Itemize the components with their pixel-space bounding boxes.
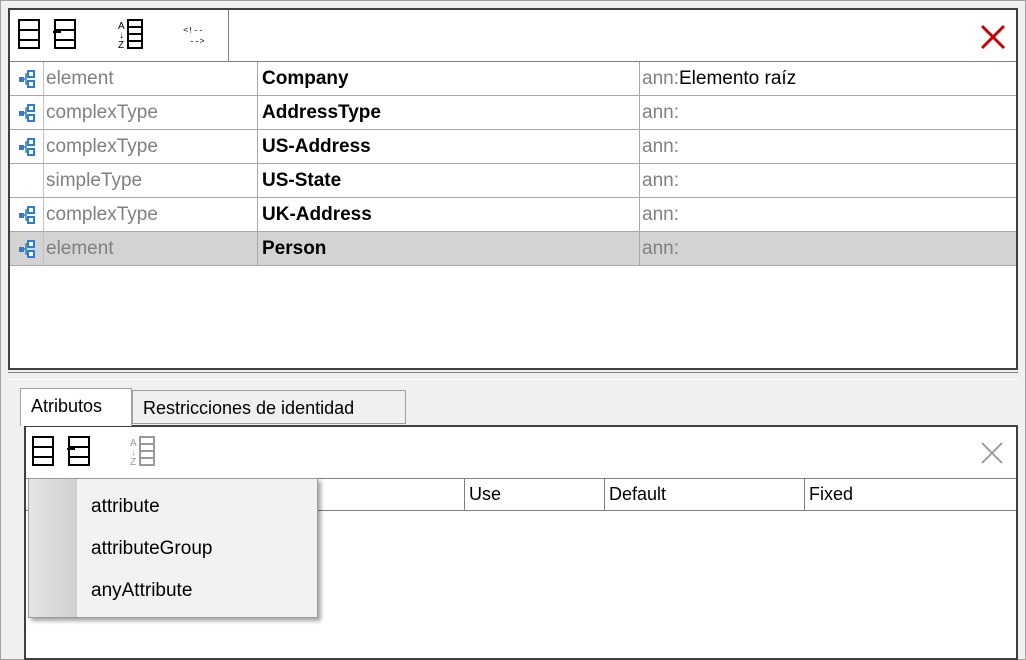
component-row[interactable]: simpleType US-State ann: [10, 164, 1016, 198]
tab-atributos[interactable]: Atributos [20, 388, 132, 426]
svg-text:Z: Z [118, 40, 124, 51]
components-pane: A ↓ Z <!-- --> element Company ann:Elemento… [8, 8, 1018, 370]
component-annotation[interactable]: ann: [640, 198, 1018, 231]
component-tree-icon [10, 232, 44, 265]
component-kind: complexType [44, 130, 258, 163]
comment-icon[interactable]: <!-- --> [180, 16, 214, 54]
component-name[interactable]: AddressType [258, 96, 640, 129]
svg-text:-->: --> [189, 37, 204, 47]
component-annotation[interactable]: ann: [640, 130, 1018, 163]
menu-item-attribute-group[interactable]: attributeGroup [91, 529, 212, 569]
column-fixed[interactable]: Fixed [804, 479, 1016, 510]
annotation-prefix: ann: [642, 68, 679, 89]
annotation-prefix: ann: [642, 238, 679, 259]
component-annotation[interactable]: ann: [640, 232, 1018, 265]
component-row[interactable]: complexType UK-Address ann: [10, 198, 1016, 232]
component-name[interactable]: US-State [258, 164, 640, 197]
component-tree-icon [10, 198, 44, 231]
component-name[interactable]: Person [258, 232, 640, 265]
pane-splitter[interactable] [8, 372, 1018, 380]
menu-item-attribute[interactable]: attribute [91, 487, 160, 527]
toolbar-divider [228, 10, 229, 61]
component-row-selected[interactable]: element Person ann: [10, 232, 1016, 266]
component-name[interactable]: UK-Address [258, 198, 640, 231]
append-attribute-icon[interactable] [28, 433, 62, 471]
insert-icon[interactable] [48, 16, 82, 54]
svg-text:Z: Z [130, 457, 136, 468]
close-icon[interactable] [978, 22, 1008, 52]
component-annotation[interactable]: ann:Elemento raíz [640, 62, 1018, 95]
append-attribute-menu: attribute attributeGroup anyAttribute [28, 478, 318, 618]
menu-item-any-attribute[interactable]: anyAttribute [91, 571, 192, 611]
component-tree-icon [10, 96, 44, 129]
component-name[interactable]: US-Address [258, 130, 640, 163]
tab-restricciones-identidad[interactable]: Restricciones de identidad [132, 390, 406, 424]
component-tree-icon [10, 62, 44, 95]
component-row[interactable]: complexType AddressType ann: [10, 96, 1016, 130]
empty-icon-cell [10, 164, 44, 197]
component-kind: complexType [44, 198, 258, 231]
component-kind: element [44, 62, 258, 95]
component-row[interactable]: complexType US-Address ann: [10, 130, 1016, 164]
menu-gutter [29, 479, 77, 617]
column-default[interactable]: Default [604, 479, 804, 510]
component-tree-icon [10, 130, 44, 163]
sort-az-disabled-icon[interactable]: A ↓ Z [126, 433, 160, 471]
components-list: element Company ann:Elemento raíz comple… [10, 62, 1016, 266]
attributes-toolbar: A ↓ Z [26, 427, 1016, 479]
component-row[interactable]: element Company ann:Elemento raíz [10, 62, 1016, 96]
insert-attribute-icon[interactable] [62, 433, 96, 471]
annotation-value: Elemento raíz [678, 68, 797, 89]
component-name[interactable]: Company [258, 62, 640, 95]
append-icon[interactable] [14, 16, 48, 54]
component-kind: complexType [44, 96, 258, 129]
column-use[interactable]: Use [464, 479, 604, 510]
component-annotation[interactable]: ann: [640, 164, 1018, 197]
annotation-prefix: ann: [642, 102, 679, 123]
svg-text:<!--: <!-- [183, 26, 203, 36]
components-toolbar: A ↓ Z <!-- --> [10, 10, 1016, 62]
component-kind: element [44, 232, 258, 265]
annotation-prefix: ann: [642, 170, 679, 191]
close-disabled-icon[interactable] [978, 439, 1006, 467]
component-kind: simpleType [44, 164, 258, 197]
annotation-prefix: ann: [642, 136, 679, 157]
sort-az-icon[interactable]: A ↓ Z [114, 16, 148, 54]
component-annotation[interactable]: ann: [640, 96, 1018, 129]
annotation-prefix: ann: [642, 204, 679, 225]
